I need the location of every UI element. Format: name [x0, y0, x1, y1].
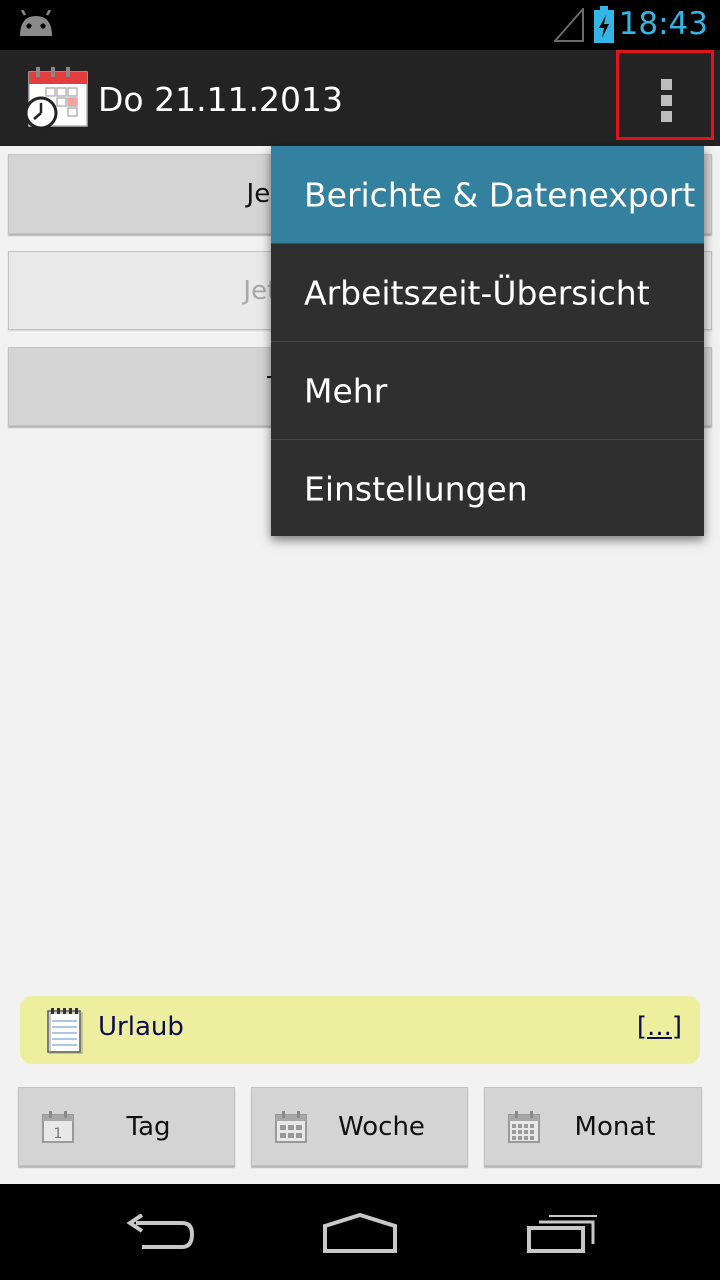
navigation-bar [0, 1184, 720, 1280]
menu-item-worktime-overview[interactable]: Arbeitszeit-Übersicht [271, 244, 704, 341]
note-bar[interactable]: Urlaub [...] [20, 996, 700, 1064]
menu-item-label: Berichte & Datenexport [304, 175, 696, 214]
month-view-label: Monat [574, 1111, 656, 1142]
note-label: Urlaub [98, 1012, 184, 1042]
overflow-menu-button[interactable] [616, 50, 714, 140]
menu-item-label: Arbeitszeit-Übersicht [304, 273, 650, 312]
menu-item-more[interactable]: Mehr [271, 342, 704, 439]
menu-item-reports[interactable]: Berichte & Datenexport [271, 146, 704, 243]
overflow-menu: Berichte & Datenexport Arbeitszeit-Übers… [271, 146, 704, 536]
menu-item-label: Mehr [304, 371, 388, 410]
notepad-icon [47, 1008, 83, 1054]
home-icon[interactable] [322, 1212, 398, 1254]
menu-item-settings[interactable]: Einstellungen [271, 440, 704, 537]
svg-text:1: 1 [54, 1126, 63, 1142]
day-view-label: Tag [126, 1111, 171, 1142]
note-more-link[interactable]: [...] [637, 1012, 682, 1042]
week-view-label: Woche [338, 1111, 425, 1142]
page-title: Do 21.11.2013 [98, 80, 344, 119]
signal-icon [554, 8, 584, 42]
back-icon[interactable] [122, 1214, 196, 1254]
day-view-button[interactable]: 1 Tag [18, 1087, 235, 1166]
recent-apps-icon[interactable] [526, 1214, 598, 1254]
calendar-clock-icon [24, 67, 88, 130]
status-bar: 18:43 [0, 0, 720, 50]
action-bar: Do 21.11.2013 [0, 50, 720, 146]
android-icon [20, 10, 52, 36]
menu-item-label: Einstellungen [304, 469, 528, 508]
status-time: 18:43 [618, 6, 708, 42]
week-view-button[interactable]: Woche [251, 1087, 468, 1166]
battery-charging-icon [594, 6, 614, 43]
month-view-button[interactable]: Monat [484, 1087, 702, 1166]
